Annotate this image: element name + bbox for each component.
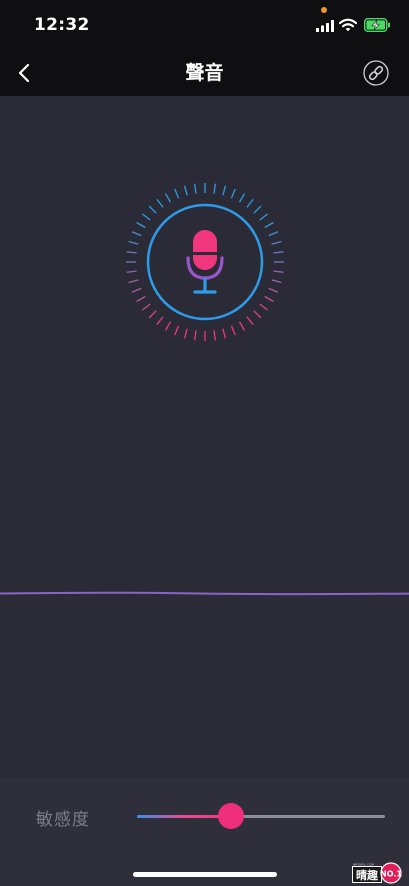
level-tick — [194, 183, 197, 194]
level-tick — [222, 185, 227, 196]
level-tick — [273, 251, 284, 254]
microphone-button[interactable] — [147, 204, 263, 320]
level-tick — [174, 325, 180, 336]
level-tick — [131, 287, 142, 293]
sensitivity-panel: 敏感度 NO.1 晴趣 INFOKOL.COM — [0, 778, 409, 886]
page-title: 聲音 — [185, 62, 224, 84]
level-tick — [271, 240, 282, 245]
level-tick — [268, 231, 279, 237]
sound-screen: 12:32 聲音 敏感度 NO.1 晴趣 INFOKOL.COM — [0, 0, 409, 886]
level-tick — [271, 279, 282, 284]
level-tick — [136, 295, 146, 303]
back-button[interactable] — [10, 58, 40, 88]
watermark-logo: NO.1 晴趣 INFOKOL.COM — [352, 862, 402, 884]
slider-thumb[interactable] — [218, 803, 245, 829]
sound-waveform — [0, 591, 409, 596]
level-tick — [174, 188, 180, 199]
level-tick — [238, 193, 246, 203]
level-tick — [268, 287, 279, 293]
level-tick — [126, 270, 137, 273]
wifi-icon — [339, 18, 357, 32]
chevron-left-icon — [18, 63, 30, 83]
cellular-signal-icon — [316, 20, 334, 32]
level-tick — [131, 231, 142, 237]
level-tick — [213, 330, 216, 341]
level-tick — [164, 321, 172, 331]
level-tick — [273, 270, 284, 273]
battery-charging-icon — [364, 18, 390, 32]
level-tick — [164, 193, 172, 203]
level-tick — [264, 221, 274, 229]
level-tick — [213, 183, 216, 194]
status-bar: 12:32 — [0, 0, 409, 50]
sensitivity-slider[interactable] — [137, 803, 385, 829]
level-tick — [238, 321, 246, 331]
microphone-icon — [186, 230, 224, 294]
level-tick — [126, 251, 137, 254]
sensitivity-label: 敏感度 — [36, 810, 90, 830]
navigation-bar: 聲音 — [0, 50, 409, 96]
link-button[interactable] — [363, 60, 389, 86]
level-tick — [222, 328, 227, 339]
slider-fill — [137, 815, 232, 818]
level-tick — [230, 188, 236, 199]
level-tick — [183, 328, 188, 339]
watermark-badge-text: NO.1 — [380, 870, 402, 879]
link-icon — [363, 60, 389, 86]
watermark-brand-top: INFOKOL.COM — [353, 863, 374, 867]
level-tick — [128, 279, 139, 284]
privacy-indicator-dot — [321, 7, 327, 13]
level-tick — [264, 295, 274, 303]
level-tick — [230, 325, 236, 336]
level-tick — [128, 240, 139, 245]
watermark-brand-chars: 晴趣 — [356, 868, 379, 882]
level-tick — [183, 185, 188, 196]
level-tick — [194, 330, 197, 341]
status-time: 12:32 — [34, 15, 90, 35]
level-tick — [136, 221, 146, 229]
home-indicator[interactable] — [133, 872, 277, 877]
